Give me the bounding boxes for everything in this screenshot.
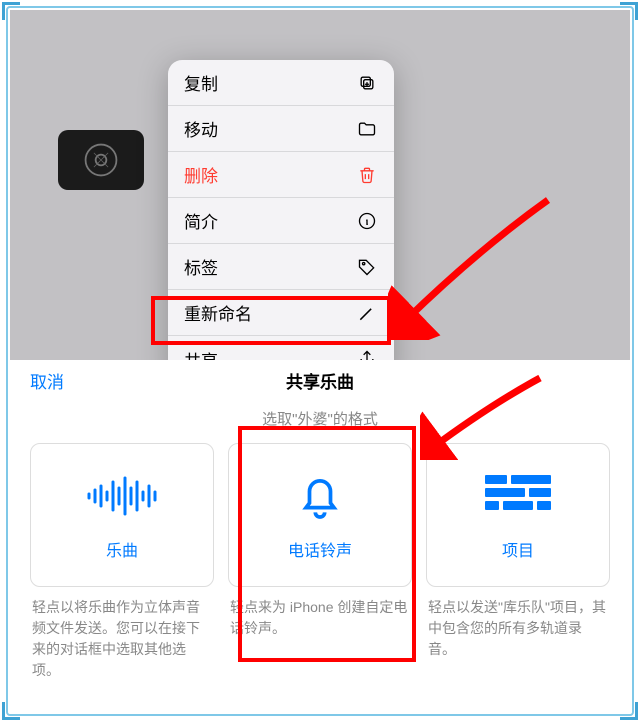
menu-item-move[interactable]: 移动 [168,106,394,152]
bell-icon [292,469,348,523]
sheet-title: 共享乐曲 [286,368,354,393]
tracks-icon [485,469,551,523]
card-label: 项目 [502,537,534,561]
menu-item-info[interactable]: 简介 [168,198,394,244]
card-label: 乐曲 [106,537,138,561]
menu-item-tag[interactable]: 标签 [168,244,394,290]
pencil-icon [356,302,378,324]
info-icon [356,210,378,232]
share-sheet: 取消 共享乐曲 选取"外婆"的格式 [10,360,630,712]
trash-icon [356,164,378,186]
share-icon [356,348,378,360]
card-song[interactable]: 乐曲 轻点以将乐曲作为立体声音频文件发送。您可以在接下来的对话框中选取其他选项。 [30,443,214,681]
sheet-header: 取消 共享乐曲 [10,360,630,400]
card-desc: 轻点来为 iPhone 创建自定电话铃声。 [228,597,412,639]
background-area: 复制 移动 删除 简介 标签 [10,10,630,360]
card-ringtone[interactable]: 电话铃声 轻点来为 iPhone 创建自定电话铃声。 [228,443,412,681]
menu-item-rename[interactable]: 重新命名 [168,290,394,336]
card-desc: 轻点以将乐曲作为立体声音频文件发送。您可以在接下来的对话框中选取其他选项。 [30,597,214,681]
context-menu: 复制 移动 删除 简介 标签 [168,60,394,360]
menu-label: 复制 [184,70,218,95]
menu-label: 重新命名 [184,300,252,325]
menu-label: 简介 [184,208,218,233]
menu-item-delete[interactable]: 删除 [168,152,394,198]
menu-label: 删除 [184,162,218,187]
card-label: 电话铃声 [288,537,352,561]
menu-item-copy[interactable]: 复制 [168,60,394,106]
menu-item-share[interactable]: 共享 [168,336,394,360]
project-thumbnail[interactable] [58,130,144,190]
format-cards: 乐曲 轻点以将乐曲作为立体声音频文件发送。您可以在接下来的对话框中选取其他选项。… [10,429,630,681]
menu-label: 标签 [184,254,218,279]
menu-label: 移动 [184,116,218,141]
guitar-icon [82,141,120,179]
card-desc: 轻点以发送"库乐队"项目，其中包含您的所有多轨道录音。 [426,597,610,660]
waveform-icon [83,469,161,523]
tag-icon [356,256,378,278]
menu-label: 共享 [184,347,218,361]
sheet-subtitle: 选取"外婆"的格式 [10,408,630,429]
cancel-button[interactable]: 取消 [30,360,64,400]
folder-icon [356,118,378,140]
copy-icon [356,72,378,94]
card-project[interactable]: 项目 轻点以发送"库乐队"项目，其中包含您的所有多轨道录音。 [426,443,610,681]
